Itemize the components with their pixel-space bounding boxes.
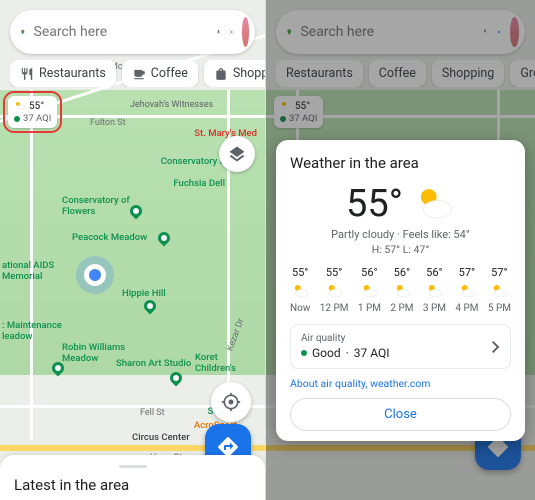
chevron-right-icon [492, 341, 500, 353]
condition-text: Partly cloudy · Feels like: 54° [290, 228, 511, 241]
forecast-hour: 55° 12 PM [320, 266, 349, 314]
chip-shopping[interactable]: Shopping [204, 60, 265, 87]
poi-label[interactable]: Conservatory of Flowers [62, 195, 130, 217]
poi-pin-icon[interactable] [168, 370, 185, 387]
sun-cloud-icon [393, 282, 411, 300]
weather-card: Weather in the area 55° Partly cloudy · … [276, 140, 525, 441]
fc-temp: 55° [292, 266, 308, 279]
chip-label: Restaurants [39, 66, 106, 81]
weather-badge[interactable]: 55° 37 AQI [8, 96, 57, 128]
chip-coffee[interactable]: Coffee [122, 60, 198, 87]
mic-icon[interactable] [216, 22, 221, 42]
shopping-icon [214, 67, 228, 81]
fc-hour: 5 PM [488, 303, 511, 314]
poi-label[interactable]: Koret Children's [195, 352, 236, 374]
fc-temp: 57° [491, 266, 507, 279]
category-chips: Restaurants Coffee Shopping Grocer [10, 60, 265, 87]
aqi-dot-icon [301, 350, 307, 356]
air-quality-row[interactable]: Air quality Good · 37 AQI [290, 324, 511, 369]
sun-cloud-icon [325, 282, 343, 300]
forecast-hour: 56° 3 PM [423, 266, 446, 314]
fc-hour: 2 PM [390, 303, 413, 314]
maps-logo-icon [20, 21, 26, 43]
poi-label[interactable]: Sharon Art Studio [116, 358, 191, 369]
badge-temp: 55° [29, 101, 44, 112]
chip-label: Coffee [151, 66, 188, 81]
card-title: Weather in the area [290, 154, 511, 172]
poi-pin-icon[interactable] [156, 230, 173, 247]
forecast-hour: 56° 2 PM [390, 266, 413, 314]
bottom-sheet[interactable]: Latest in the area [0, 455, 265, 500]
sun-cloud-icon [490, 282, 508, 300]
search-bar[interactable] [10, 10, 255, 54]
poi-label[interactable]: Fuchsia Dell [173, 178, 225, 189]
screen-weather-card: Restaurants Coffee Shopping Grocer 55° 3… [266, 0, 535, 500]
fc-hour: 12 PM [320, 303, 349, 314]
locate-button[interactable] [211, 382, 251, 422]
poi-label[interactable]: Hippie Hill [122, 288, 166, 299]
sun-cloud-icon [425, 282, 443, 300]
fc-temp: 55° [326, 266, 342, 279]
screen-map: McAllister St Fulton St Fell St Hugo St … [0, 0, 266, 500]
street-label: Fell St [140, 408, 165, 418]
sun-cloud-icon [413, 183, 455, 225]
fc-temp: 56° [426, 266, 442, 279]
poi-label[interactable]: Jehovah's Witnesses [130, 100, 213, 110]
hourly-forecast[interactable]: 55° Now 55° 12 PM 56° 1 PM 56° 2 PM 56° 3 PM 57° 4 … [290, 266, 511, 314]
current-location-dot[interactable] [84, 264, 106, 286]
fc-temp: 57° [459, 266, 475, 279]
sun-cloud-icon [14, 100, 26, 112]
fc-hour: Now [290, 303, 310, 314]
coffee-icon [132, 67, 146, 81]
search-input[interactable] [34, 24, 212, 40]
chip-label: Shopping [233, 66, 265, 81]
fc-hour: 1 PM [358, 303, 381, 314]
forecast-hour: 55° Now [290, 266, 310, 314]
sun-cloud-icon [458, 282, 476, 300]
poi-pin-icon[interactable] [142, 298, 159, 315]
forecast-hour: 56° 1 PM [358, 266, 381, 314]
aqi-dot-icon [14, 116, 20, 122]
fc-temp: 56° [394, 266, 410, 279]
hero-temp: 55° [346, 182, 403, 226]
poi-label[interactable]: Peacock Meadow [72, 232, 147, 243]
restaurant-icon [20, 67, 34, 81]
hi-lo-text: H: 57° L: 47° [290, 243, 511, 256]
fc-hour: 3 PM [423, 303, 446, 314]
sheet-title: Latest in the area [14, 476, 251, 494]
lens-icon[interactable] [229, 22, 234, 42]
poi-label[interactable]: St. Mary's Med [194, 128, 257, 139]
sun-cloud-icon [291, 282, 309, 300]
grab-handle[interactable] [119, 465, 147, 468]
poi-label[interactable]: : Maintenance leadow [2, 320, 62, 342]
sun-cloud-icon [360, 282, 378, 300]
poi-label[interactable]: Circus Center [132, 432, 190, 443]
close-button[interactable]: Close [290, 398, 511, 431]
poi-label[interactable]: ational AIDS Memorial [2, 260, 54, 282]
about-link[interactable]: About air quality, weather.com [290, 377, 511, 390]
aq-label: Air quality [301, 333, 390, 344]
aq-status: Good [312, 346, 341, 360]
fc-temp: 56° [361, 266, 377, 279]
layers-button[interactable] [219, 136, 255, 172]
forecast-hour: 57° 4 PM [455, 266, 478, 314]
fc-hour: 4 PM [455, 303, 478, 314]
poi-pin-icon[interactable] [128, 203, 145, 220]
locate-icon [221, 392, 241, 412]
forecast-hour: 57° 5 PM [488, 266, 511, 314]
layers-icon [228, 145, 246, 163]
badge-aqi: 37 AQI [23, 113, 51, 124]
chip-restaurants[interactable]: Restaurants [10, 60, 116, 87]
aq-value: 37 AQI [354, 346, 390, 360]
profile-avatar[interactable] [242, 17, 250, 47]
street-label: Fulton St [90, 118, 126, 128]
